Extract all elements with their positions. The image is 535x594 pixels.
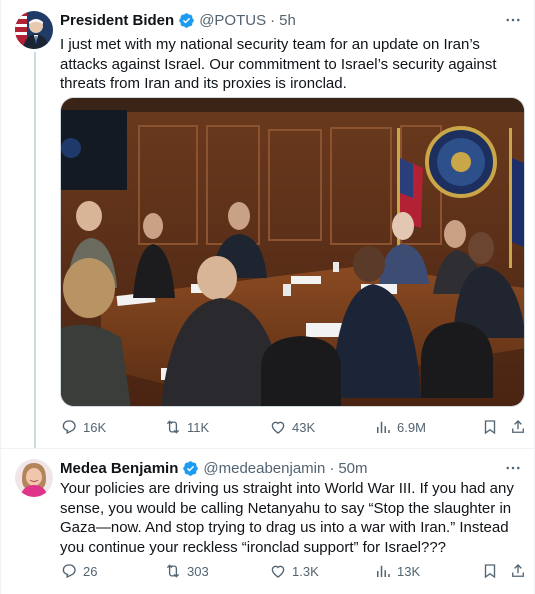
repost-button[interactable]: 303 bbox=[164, 561, 209, 581]
like-count: 1.3K bbox=[292, 563, 319, 579]
reply-icon bbox=[62, 564, 76, 579]
bookmark-icon bbox=[484, 420, 496, 435]
share-icon bbox=[512, 420, 524, 433]
views-button[interactable]: 13K bbox=[374, 561, 420, 581]
author-name[interactable]: President Biden bbox=[60, 12, 174, 29]
timestamp[interactable]: 5h bbox=[279, 12, 296, 29]
tweet-header: President Biden @POTUS · 5h bbox=[60, 10, 296, 30]
tweet-actions: 26 303 1.3K 13K bbox=[60, 561, 526, 581]
author-handle[interactable]: @POTUS bbox=[199, 12, 266, 29]
share-button[interactable] bbox=[509, 561, 527, 581]
avatar[interactable] bbox=[15, 459, 53, 497]
heart-icon bbox=[271, 421, 285, 434]
reply-count: 16K bbox=[83, 419, 107, 435]
tweet-header: Medea Benjamin @medeabenjamin · 50m bbox=[60, 458, 368, 478]
reply-count: 26 bbox=[83, 563, 98, 579]
timestamp[interactable]: 50m bbox=[338, 460, 367, 477]
more-icon[interactable] bbox=[504, 11, 522, 29]
view-count: 13K bbox=[397, 563, 421, 579]
tweet-text: Your policies are driving us straight in… bbox=[60, 480, 514, 556]
thread-connector bbox=[34, 52, 36, 448]
repost-icon bbox=[166, 564, 180, 578]
like-button[interactable]: 43K bbox=[269, 417, 315, 437]
tweet-actions: 16K 11K 43K 6.9M bbox=[60, 417, 526, 437]
views-button[interactable]: 6.9M bbox=[374, 417, 426, 437]
heart-icon bbox=[271, 565, 285, 578]
timeline: President Biden @POTUS · 5h I just met w… bbox=[0, 0, 535, 594]
bookmark-button[interactable] bbox=[481, 561, 499, 581]
repost-count: 303 bbox=[187, 563, 209, 579]
reply-button[interactable]: 26 bbox=[60, 561, 97, 581]
view-count: 6.9M bbox=[397, 419, 426, 435]
separator: · bbox=[329, 459, 335, 477]
repost-count: 11K bbox=[187, 419, 210, 435]
avatar[interactable] bbox=[15, 11, 53, 49]
reply-icon bbox=[62, 420, 76, 435]
views-icon bbox=[377, 421, 390, 433]
more-icon[interactable] bbox=[504, 459, 522, 477]
author-name[interactable]: Medea Benjamin bbox=[60, 460, 178, 477]
reply-button[interactable]: 16K bbox=[60, 417, 106, 437]
tweet-potus[interactable]: President Biden @POTUS · 5h I just met w… bbox=[1, 0, 535, 448]
repost-button[interactable]: 11K bbox=[164, 417, 209, 437]
author-handle[interactable]: @medeabenjamin bbox=[203, 460, 325, 477]
views-icon bbox=[377, 565, 390, 577]
share-icon bbox=[512, 564, 524, 577]
bookmark-icon bbox=[484, 564, 496, 579]
bookmark-button[interactable] bbox=[481, 417, 499, 437]
verified-badge-icon bbox=[178, 12, 195, 29]
like-count: 43K bbox=[292, 419, 316, 435]
tweet-reply[interactable]: Medea Benjamin @medeabenjamin · 50m Your… bbox=[1, 448, 535, 594]
verified-badge-icon bbox=[182, 460, 199, 477]
like-button[interactable]: 1.3K bbox=[269, 561, 319, 581]
tweet-photo[interactable] bbox=[60, 97, 525, 407]
tweet-text: I just met with my national security tea… bbox=[60, 36, 497, 93]
share-button[interactable] bbox=[509, 417, 527, 437]
separator: · bbox=[270, 11, 276, 29]
repost-icon bbox=[166, 420, 180, 434]
